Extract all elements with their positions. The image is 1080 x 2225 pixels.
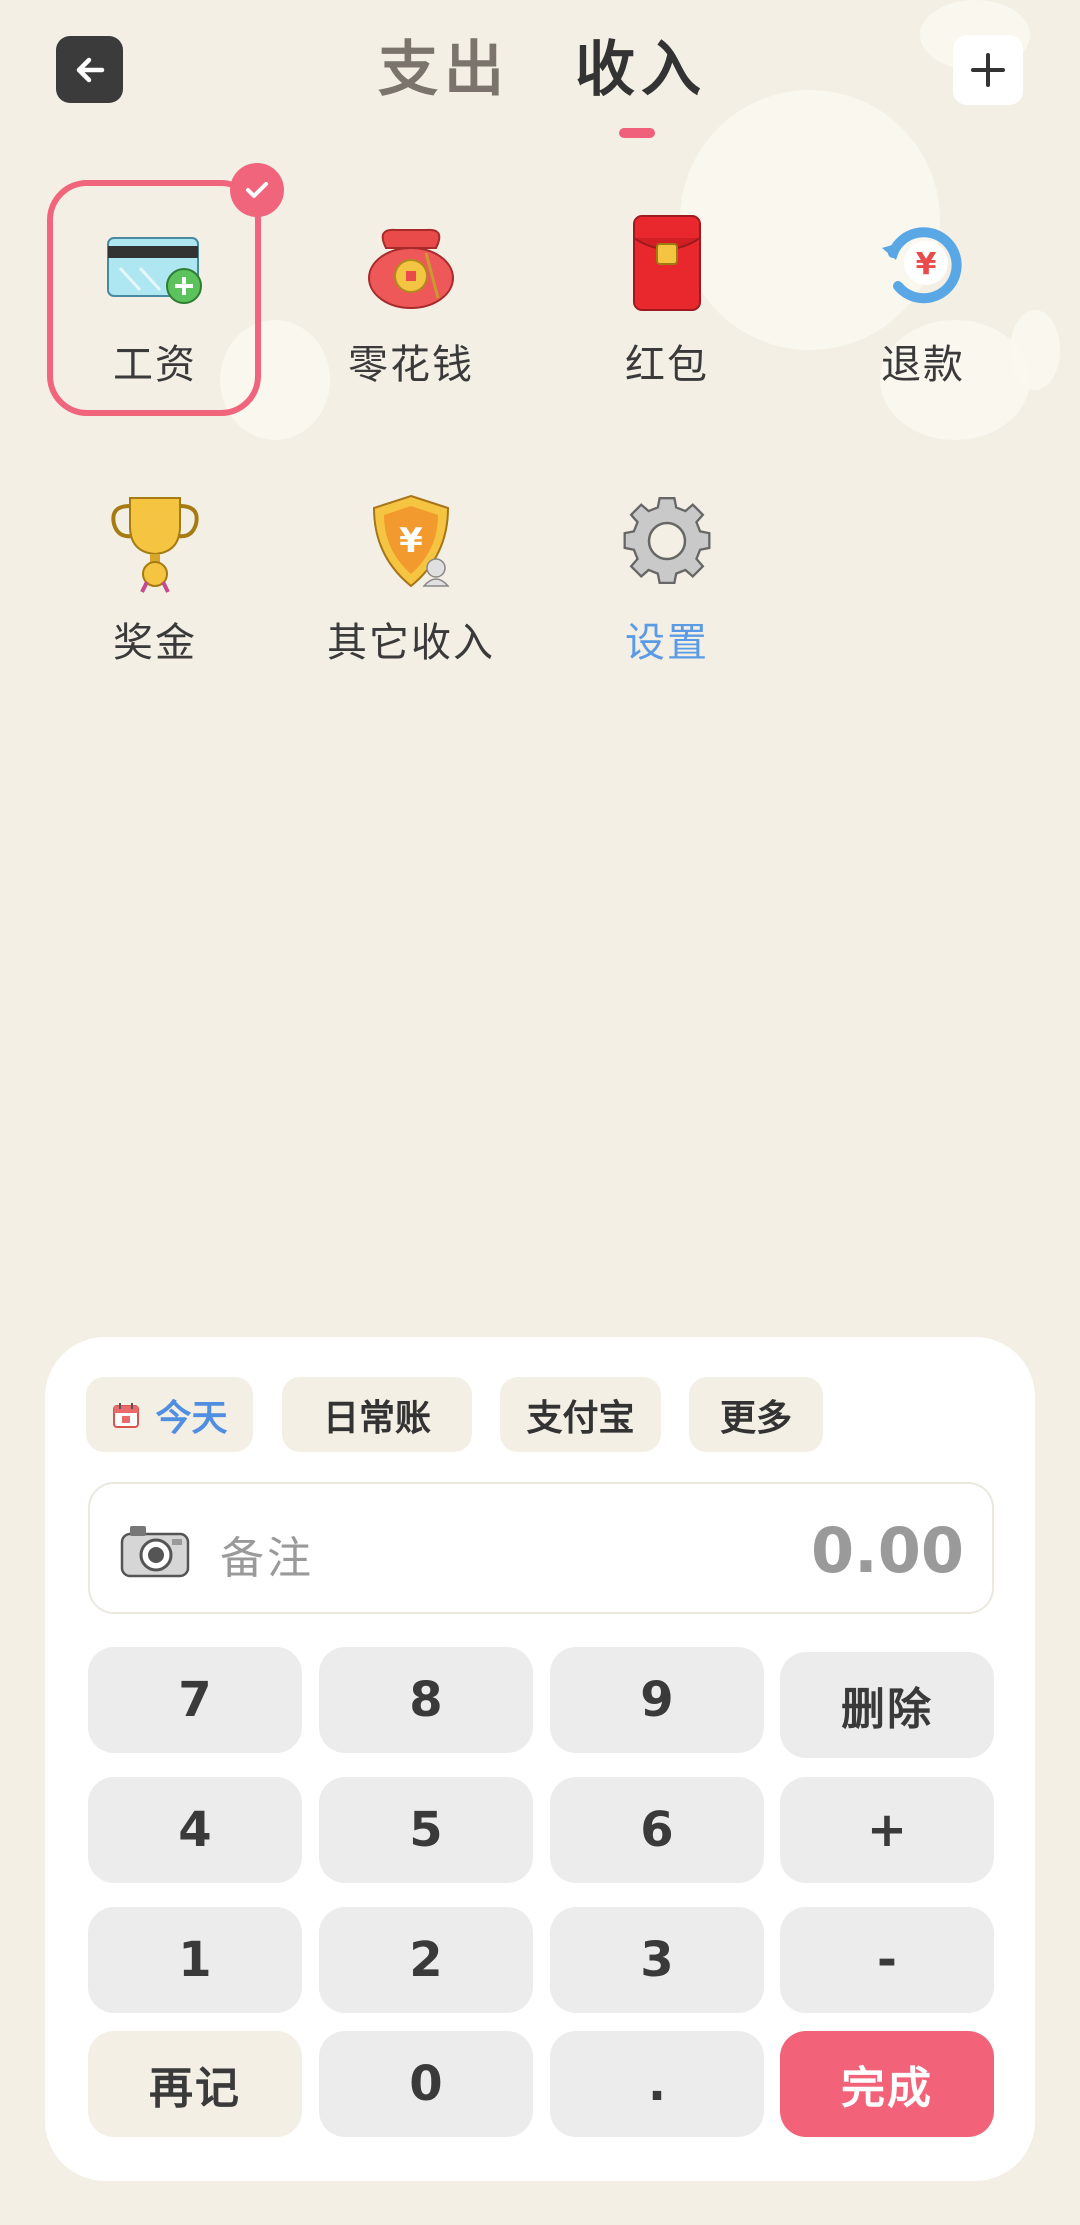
more-chip[interactable]: 更多 xyxy=(689,1377,823,1452)
note-input[interactable]: 备注 xyxy=(220,1522,314,1586)
key-5[interactable]: 5 xyxy=(319,1777,533,1883)
date-chip[interactable]: 今天 xyxy=(86,1377,253,1452)
note-amount-row[interactable]: 备注 0.00 xyxy=(88,1482,994,1614)
tab-income[interactable]: 收入 xyxy=(575,30,707,110)
key-8[interactable]: 8 xyxy=(319,1647,533,1753)
svg-text:¥: ¥ xyxy=(916,247,937,282)
tab-expense[interactable]: 支出 xyxy=(378,30,510,110)
key-1[interactable]: 1 xyxy=(88,1907,302,2013)
plus-key[interactable]: + xyxy=(780,1777,994,1883)
add-category-button[interactable] xyxy=(953,35,1023,105)
ledger-chip[interactable]: 日常账 xyxy=(282,1377,472,1452)
category-label: 零花钱 xyxy=(348,342,474,388)
plus-icon xyxy=(971,53,1005,87)
key-9[interactable]: 9 xyxy=(550,1647,764,1753)
amount-display: 0.00 xyxy=(811,1514,964,1587)
calendar-icon xyxy=(113,1402,140,1428)
other-income-icon: ¥ xyxy=(372,494,450,588)
category-bonus[interactable]: 奖金 xyxy=(55,468,255,668)
key-4[interactable]: 4 xyxy=(88,1777,302,1883)
account-chip[interactable]: 支付宝 xyxy=(500,1377,661,1452)
key-7[interactable]: 7 xyxy=(88,1647,302,1753)
gear-icon xyxy=(623,497,711,584)
money-bag-icon xyxy=(368,228,454,309)
category-label: 工资 xyxy=(113,342,197,388)
category-label: 设置 xyxy=(625,620,709,666)
delete-button[interactable]: 删除 xyxy=(780,1652,994,1758)
category-wage[interactable]: 工资 xyxy=(55,190,255,390)
category-label: 其它收入 xyxy=(327,620,495,666)
category-red-envelope[interactable]: 红包 xyxy=(567,190,767,390)
wage-card-icon xyxy=(107,237,202,304)
category-other-income[interactable]: ¥ 其它收入 xyxy=(311,468,511,668)
key-0[interactable]: 0 xyxy=(319,2031,533,2137)
refund-icon: ¥ xyxy=(882,227,962,304)
category-label: 退款 xyxy=(881,342,965,388)
decimal-key[interactable]: . xyxy=(550,2031,764,2137)
category-refund[interactable]: ¥ 退款 xyxy=(823,190,1023,390)
camera-icon[interactable] xyxy=(120,1522,190,1578)
done-button[interactable]: 完成 xyxy=(780,2031,994,2137)
trophy-icon xyxy=(111,497,199,593)
category-label: 奖金 xyxy=(113,620,197,666)
arrow-left-icon xyxy=(76,57,104,82)
key-6[interactable]: 6 xyxy=(550,1777,764,1883)
record-again-button[interactable]: 再记 xyxy=(88,2031,302,2137)
back-button[interactable] xyxy=(56,36,123,103)
active-tab-indicator xyxy=(619,128,655,138)
key-3[interactable]: 3 xyxy=(550,1907,764,2013)
date-chip-label: 今天 xyxy=(155,1397,228,1439)
red-envelope-icon xyxy=(633,215,701,311)
minus-key[interactable]: - xyxy=(780,1907,994,2013)
key-2[interactable]: 2 xyxy=(319,1907,533,2013)
svg-text:¥: ¥ xyxy=(399,521,423,561)
entry-panel: 今天 日常账 支付宝 更多 备注 0.00 7 8 9 删除 4 5 6 + 1… xyxy=(45,1337,1035,2181)
category-pocket-money[interactable]: 零花钱 xyxy=(311,190,511,390)
category-settings[interactable]: 设置 xyxy=(567,468,767,668)
category-label: 红包 xyxy=(625,342,709,388)
